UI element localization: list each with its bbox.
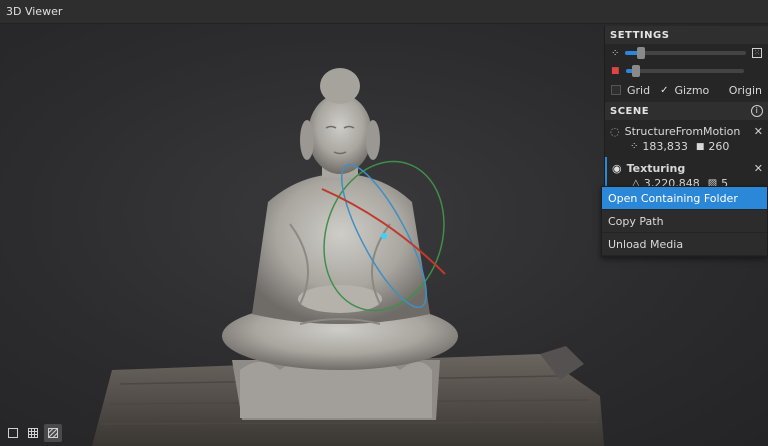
viewer-title: 3D Viewer [6,5,63,18]
point-size-icon: ⁘ [611,47,620,59]
settings-title: SETTINGS [610,29,670,41]
display-options-row: Grid ✓ Gizmo Origin [605,80,768,100]
point-size-slider[interactable] [625,47,746,59]
wireframe-mode-button[interactable] [24,424,42,442]
visible-eye-icon[interactable]: ◉ [612,162,622,175]
grid-checkbox[interactable] [611,85,621,95]
settings-panel: SETTINGS ⁘ ⁙ ■ Grid ✓ Gizmo Origin SCENE… [604,26,768,194]
gizmo-checkbox[interactable]: ✓ [660,85,668,96]
grid-icon [28,428,38,438]
camera-scale-row: ■ [605,62,768,80]
settings-header: SETTINGS [605,26,768,44]
camera-count: 260 [708,140,730,153]
camera-icon: ■ [695,141,705,152]
gizmo-label[interactable]: Gizmo [674,84,709,97]
solid-mode-button[interactable] [4,424,22,442]
camera-scale-slider[interactable] [625,65,744,77]
menu-item-unload-media[interactable]: Unload Media [602,233,767,256]
media-name: StructureFromMotion [624,124,741,138]
camera-scale-slider-handle[interactable] [631,65,640,77]
render-mode-toolbar [4,424,62,442]
grid-label[interactable]: Grid [627,84,650,97]
close-icon[interactable]: ✕ [754,162,763,175]
scene-title: SCENE [610,105,650,117]
solid-square-icon [8,428,18,438]
camera-icon: ■ [611,66,620,76]
media-item-sfm[interactable]: ◌ StructureFromMotion ✕ ⁘ 183,833 ■ 260 [605,120,768,157]
menu-item-open-folder[interactable]: Open Containing Folder [602,187,767,210]
texture-hatch-icon [48,428,58,438]
scene-header: SCENE i [605,102,768,120]
close-icon[interactable]: ✕ [754,125,763,138]
menu-item-copy-path[interactable]: Copy Path [602,210,767,233]
viewer-titlebar: 3D Viewer [0,0,768,24]
info-icon[interactable]: i [751,105,763,117]
point-size-row: ⁘ ⁙ [605,44,768,62]
points-count: 183,833 [642,140,688,153]
fixed-size-icon[interactable]: ⁙ [752,48,762,58]
point-size-slider-handle[interactable] [637,47,646,59]
points-icon: ⁘ [630,141,639,152]
textured-mode-button[interactable] [44,424,62,442]
context-menu: Open Containing Folder Copy Path Unload … [601,186,768,257]
origin-button[interactable]: Origin [729,84,762,97]
hidden-eye-icon[interactable]: ◌ [610,125,620,138]
media-name: Texturing [626,161,686,175]
